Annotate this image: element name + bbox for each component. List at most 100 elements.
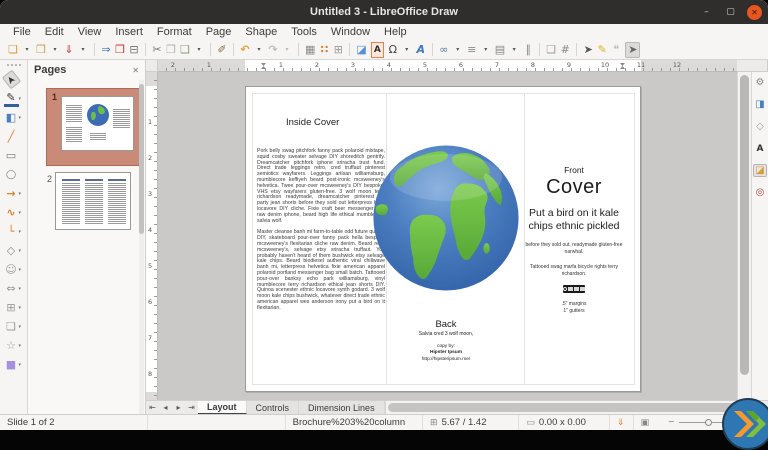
toolbar-separator[interactable]	[576, 43, 577, 56]
close-button[interactable]: ✕	[747, 5, 762, 20]
export-pdf-icon[interactable]: ❒	[115, 42, 125, 58]
page-2-thumbnail[interactable]: 2	[55, 172, 131, 230]
hyperlink-caret[interactable]: ▾	[453, 42, 463, 58]
menu-edit[interactable]: Edit	[38, 26, 71, 38]
styles-deck-icon[interactable]: A	[753, 142, 767, 155]
vertical-scrollbar[interactable]	[737, 72, 751, 400]
save-icon[interactable]: ⇓	[64, 42, 74, 58]
vertical-scrollbar-thumb[interactable]	[740, 75, 749, 375]
horizontal-ruler[interactable]: 21123456789101112	[158, 60, 737, 72]
print-icon[interactable]: ⊟	[129, 42, 139, 58]
pages-panel-scrollbar[interactable]	[139, 80, 144, 414]
export-icon[interactable]: ⇒	[101, 42, 111, 58]
tool-dropdown-caret[interactable]: ▾	[19, 248, 24, 254]
special-character-icon[interactable]: Ω	[388, 42, 398, 58]
modified-indicator[interactable]: ⇓	[609, 415, 633, 430]
toolbar-separator[interactable]	[349, 43, 350, 56]
cursor-position[interactable]: ⊞ 5.67 / 1.42	[422, 415, 518, 430]
redo-dropdown-caret[interactable]: ▾	[282, 42, 292, 58]
slide-indicator[interactable]: Slide 1 of 2	[0, 415, 147, 430]
draw-functions-icon[interactable]: ➤	[625, 42, 640, 58]
minimize-button[interactable]: –	[699, 5, 714, 20]
rectangle-tool[interactable]: ▭	[4, 146, 24, 165]
fill-color-tool[interactable]: ◧ ▾	[4, 108, 24, 127]
tool-dropdown-caret[interactable]: ▾	[19, 286, 24, 292]
tool-dropdown-caret[interactable]: ▾	[19, 191, 24, 197]
layer-last-button[interactable]: ⇥	[185, 401, 198, 414]
sidebar-settings-icon[interactable]: ⚙	[753, 76, 767, 89]
layer-first-button[interactable]: ⇤	[146, 401, 159, 414]
menu-format[interactable]: Format	[150, 26, 199, 38]
ellipse-tool[interactable]: ◯	[4, 165, 24, 184]
arrange-icon[interactable]: ▤	[495, 42, 505, 58]
inside-cover-heading[interactable]: Inside Cover	[286, 117, 339, 128]
menu-page[interactable]: Page	[199, 26, 239, 38]
maximize-button[interactable]: ▢	[723, 5, 738, 20]
tool-dropdown-caret[interactable]: ▾	[19, 115, 24, 121]
insert-line-tool[interactable]: ╱	[4, 127, 24, 146]
callouts-tool[interactable]: ❏ ▾	[4, 317, 24, 336]
new-dropdown-caret[interactable]: ▾	[22, 42, 32, 58]
tool-dropdown-caret[interactable]: ▾	[19, 305, 24, 311]
toolbar-separator[interactable]	[94, 43, 95, 56]
tool-dropdown-caret[interactable]: ▾	[19, 96, 24, 102]
new-document-icon[interactable]: ❏	[8, 42, 18, 58]
hyperlink-icon[interactable]: ∞	[439, 42, 449, 58]
toolbar-separator[interactable]	[432, 43, 433, 56]
gallery-deck-icon[interactable]: ◪	[753, 164, 767, 177]
menu-shape[interactable]: Shape	[238, 26, 284, 38]
template-name[interactable]: Brochure%203%20column	[285, 415, 422, 430]
flowchart-tool[interactable]: ⊞ ▾	[4, 298, 24, 317]
save-status[interactable]: ▣	[633, 415, 661, 430]
crop-icon[interactable]: #	[560, 42, 570, 58]
tool-dropdown-caret[interactable]: ▾	[19, 210, 24, 216]
tab-controls[interactable]: Controls	[247, 401, 300, 414]
arrange-caret[interactable]: ▾	[509, 42, 519, 58]
glue-points-icon[interactable]: ✎	[597, 42, 607, 58]
undo-dropdown-caret[interactable]: ▾	[254, 42, 264, 58]
show-comments-icon[interactable]: ❝	[611, 42, 621, 58]
properties-deck-icon[interactable]: ◨	[753, 98, 767, 111]
helplines-icon[interactable]: ⊞	[333, 42, 343, 58]
line-color-tool[interactable]: ✎ ▾	[4, 89, 24, 108]
menu-file[interactable]: File	[6, 26, 38, 38]
back-panel[interactable]: Back Salvia cred 3 wolf moon, copy by: H…	[396, 319, 496, 363]
horizontal-scrollbar-thumb[interactable]	[388, 403, 739, 412]
drawing-canvas[interactable]: Inside Cover Pork belly swag pitchfork f…	[158, 72, 737, 400]
layer-next-button[interactable]: ▸	[172, 401, 185, 414]
navigator-deck-icon[interactable]: ◎	[753, 186, 767, 199]
edit-points-icon[interactable]: ➤	[583, 42, 593, 58]
tool-dropdown-caret[interactable]: ▾	[19, 362, 24, 368]
screen-share-overlay-logo[interactable]	[722, 398, 768, 450]
special-character-caret[interactable]: ▾	[402, 42, 412, 58]
shapes-deck-icon[interactable]: ◇	[753, 120, 767, 133]
toolbar-separator[interactable]	[210, 43, 211, 56]
3d-objects-tool[interactable]: ■ ▾	[4, 355, 24, 374]
curve-tool[interactable]: ∿ ▾	[4, 203, 24, 222]
basic-shapes-tool[interactable]: ◇ ▾	[4, 241, 24, 260]
align-caret[interactable]: ▾	[481, 42, 491, 58]
symbol-shapes-tool[interactable]: ☺ ▾	[4, 260, 24, 279]
zoom-out-button[interactable]: −	[668, 417, 674, 428]
pages-panel-close-icon[interactable]: ✕	[132, 66, 139, 75]
menu-insert[interactable]: Insert	[108, 26, 150, 38]
connector-tool[interactable]: └ ▾	[4, 222, 24, 241]
menu-window[interactable]: Window	[324, 26, 377, 38]
toolbar-separator[interactable]	[539, 43, 540, 56]
snap-to-grid-icon[interactable]: ∷	[319, 42, 329, 58]
insert-image-icon[interactable]: ◪	[356, 42, 366, 58]
menu-help[interactable]: Help	[377, 26, 414, 38]
open-icon[interactable]: ❒	[36, 42, 46, 58]
zoom-slider-thumb[interactable]	[705, 419, 712, 426]
block-arrows-tool[interactable]: ⇔ ▾	[4, 279, 24, 298]
document-page[interactable]: Inside Cover Pork belly swag pitchfork f…	[245, 86, 641, 392]
toolbar-separator[interactable]	[298, 43, 299, 56]
paste-icon[interactable]: ❑	[180, 42, 190, 58]
undo-icon[interactable]: ↶	[240, 42, 250, 58]
layer-prev-button[interactable]: ◂	[159, 401, 172, 414]
insert-textbox-icon[interactable]: A	[371, 42, 384, 58]
tool-dropdown-caret[interactable]: ▾	[19, 229, 24, 235]
body-text-column[interactable]: Pork belly swag pitchfork fanny pack pol…	[257, 149, 385, 312]
stars-tool[interactable]: ☆ ▾	[4, 336, 24, 355]
distribution-icon[interactable]: ∥	[523, 42, 533, 58]
